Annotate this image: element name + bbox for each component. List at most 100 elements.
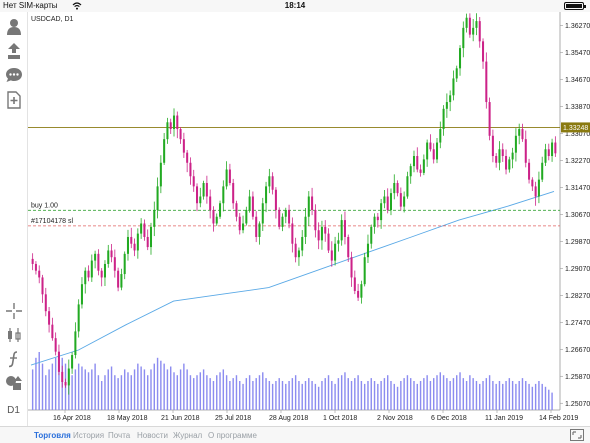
candle-body	[225, 169, 228, 187]
candle-body	[228, 169, 231, 184]
price-tick-label: 1.26670	[565, 347, 590, 354]
price-tick-label: 1.28270	[565, 293, 590, 300]
tab-trading[interactable]: Торговля	[34, 431, 71, 440]
candle-body	[383, 196, 386, 204]
candle-body	[373, 216, 376, 227]
chat-icon[interactable]	[3, 64, 25, 86]
candle-body	[554, 142, 557, 154]
candle-body	[258, 223, 261, 237]
candle-body	[84, 270, 87, 285]
candle-body	[537, 179, 540, 197]
candle-body	[478, 21, 481, 42]
candle-body	[399, 193, 402, 207]
candle-body	[468, 17, 471, 35]
price-chart[interactable]: 1.362701.354701.346701.338701.330701.322…	[28, 12, 590, 426]
candle-body	[317, 230, 320, 241]
candle-body	[265, 186, 268, 204]
expand-icon[interactable]	[570, 429, 584, 441]
trade-icon[interactable]	[3, 40, 25, 62]
price-tick-label: 1.30670	[565, 212, 590, 219]
add-chart-icon[interactable]	[3, 89, 25, 111]
candle-body	[482, 41, 485, 62]
candle-body	[475, 21, 478, 28]
candle-body	[123, 253, 126, 275]
candle-body	[172, 115, 176, 130]
candle-body	[169, 122, 172, 130]
candle-body	[64, 382, 67, 386]
candle-body	[409, 166, 412, 177]
date-tick-label: 2 Nov 2018	[377, 415, 413, 422]
candle-body	[120, 274, 123, 288]
candle-body	[186, 152, 189, 163]
candle-body	[130, 236, 133, 244]
candle-body	[51, 324, 54, 339]
candle-body	[149, 226, 153, 248]
left-toolbar: D1	[0, 12, 28, 426]
candle-body	[334, 243, 337, 261]
tab-about[interactable]: О программе	[208, 431, 257, 440]
candle-body	[136, 233, 139, 251]
candle-body	[505, 156, 508, 170]
candle-body	[412, 156, 416, 167]
candle-body	[366, 243, 369, 258]
candle-body	[117, 270, 120, 288]
candle-body	[189, 162, 192, 177]
candle-body	[87, 270, 90, 278]
date-tick-label: 14 Feb 2019	[539, 415, 578, 422]
price-tick-label: 1.25070	[565, 401, 590, 408]
candle-body	[163, 139, 166, 163]
current-price-label: 1.33248	[563, 125, 588, 132]
indicator-icon[interactable]	[3, 348, 25, 370]
candle-body	[429, 142, 432, 150]
candle-body	[376, 216, 379, 221]
candle-body	[518, 129, 521, 136]
candle-body	[215, 216, 218, 224]
tab-mail[interactable]: Почта	[108, 431, 130, 440]
candle-body	[222, 186, 225, 204]
candle-body	[307, 196, 310, 217]
chart-area[interactable]: 1.36270 1.35470 1.34670 1.33870 1.33070 1.322…	[28, 12, 590, 426]
price-tick-label: 1.32270	[565, 158, 590, 165]
account-icon[interactable]	[3, 16, 25, 38]
candle-body	[166, 122, 169, 140]
crosshair-icon[interactable]	[3, 300, 25, 322]
chart-type-icon[interactable]	[3, 324, 25, 346]
candle-body	[501, 149, 504, 157]
candle-body	[320, 226, 323, 241]
price-tick-label: 1.27470	[565, 320, 590, 327]
tab-journal[interactable]: Журнал	[173, 431, 202, 440]
candle-body	[77, 304, 80, 332]
candle-body	[297, 250, 300, 258]
candle-body	[34, 263, 37, 271]
candle-body	[94, 253, 97, 261]
candle-body	[232, 183, 235, 204]
candle-body	[327, 233, 330, 251]
candle-body	[304, 216, 307, 237]
candle-body	[182, 139, 185, 153]
candle-body	[330, 250, 333, 261]
candle-body	[71, 355, 74, 369]
candle-body	[458, 48, 462, 69]
candle-body	[472, 27, 475, 35]
candle-body	[528, 162, 531, 180]
timeframe-label[interactable]: D1	[0, 405, 27, 416]
candle-body	[235, 203, 238, 217]
candle-body	[54, 338, 57, 352]
candle-body	[110, 250, 113, 258]
candle-body	[291, 223, 294, 244]
stop-loss-label: #17104178 sl	[31, 218, 73, 225]
candle-body	[347, 236, 350, 258]
candle-body	[452, 78, 455, 96]
candle-body	[485, 61, 488, 103]
candle-body	[439, 129, 442, 143]
tab-news[interactable]: Новости	[137, 431, 168, 440]
candle-body	[311, 196, 314, 210]
candle-body	[350, 257, 353, 278]
date-tick-label: 16 Apr 2018	[53, 415, 91, 422]
candle-body	[61, 371, 64, 383]
candle-body	[288, 209, 291, 224]
tab-history[interactable]: История	[73, 431, 104, 440]
objects-icon[interactable]	[3, 372, 25, 394]
clock: 18:14	[284, 1, 306, 10]
date-tick-label: 28 Aug 2018	[269, 415, 308, 422]
